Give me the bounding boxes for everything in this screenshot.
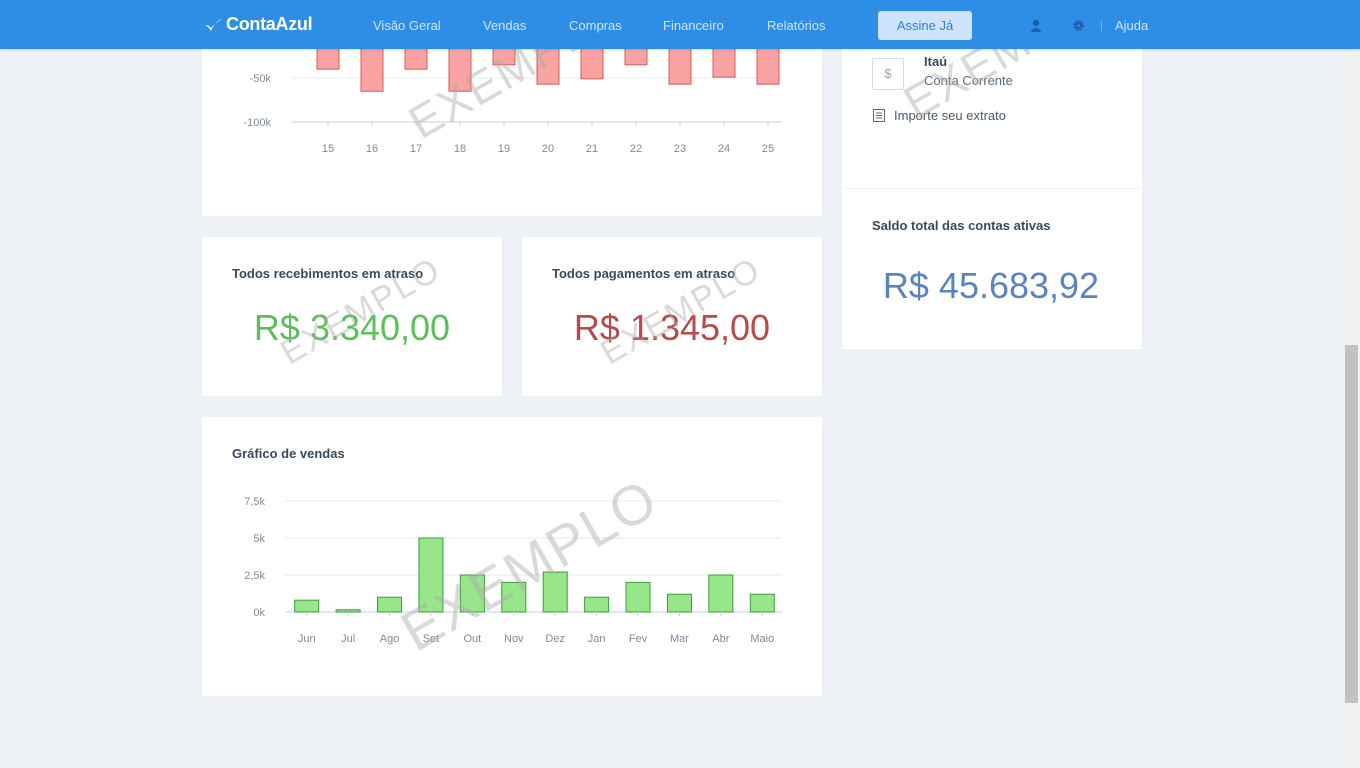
gear-icon[interactable] bbox=[1072, 19, 1085, 32]
x-tick-label: Dez bbox=[545, 633, 565, 645]
bar bbox=[459, 574, 485, 613]
receivables-value: R$ 3.340,00 bbox=[253, 307, 451, 348]
receivables-title: Todos recebimentos em atraso bbox=[232, 266, 424, 281]
balance-panel: Saldo total das contas ativas R$ 45.683,… bbox=[842, 189, 1142, 349]
nav-visao-geral[interactable]: Visão Geral bbox=[373, 18, 441, 33]
bar bbox=[749, 593, 775, 613]
bar bbox=[708, 574, 734, 613]
x-tick-label: 15 bbox=[322, 143, 334, 155]
bar bbox=[294, 599, 320, 613]
bar bbox=[377, 596, 403, 613]
y-tick-label: 0k bbox=[253, 607, 265, 619]
subscribe-button[interactable]: Assine Já bbox=[878, 11, 972, 40]
x-tick-label: Mar bbox=[670, 633, 689, 645]
brand-name: ContaAzul bbox=[226, 14, 313, 34]
x-tick-label: 21 bbox=[586, 143, 598, 155]
nav-compras[interactable]: Compras bbox=[569, 18, 622, 33]
x-tick-label: Jun bbox=[298, 633, 316, 645]
sales-chart: 0k 2,5k 5k 7,5k Jun Jul Ago Set Out Nov Dez Jan Fev M… bbox=[244, 496, 782, 645]
nav-financeiro[interactable]: Financeiro bbox=[663, 18, 724, 33]
y-tick-label: 7,5k bbox=[244, 496, 265, 508]
x-tick-label: Jul bbox=[341, 633, 355, 645]
x-tick-label: Maio bbox=[750, 633, 774, 645]
x-tick-label: 16 bbox=[366, 143, 378, 155]
overdue-receivables-card[interactable]: Todos recebimentos em atraso R$ 3.340,00… bbox=[202, 237, 502, 396]
x-tick-label: 22 bbox=[630, 143, 642, 155]
y-tick-label: -100k bbox=[243, 117, 271, 129]
bar bbox=[501, 581, 527, 613]
bar bbox=[625, 581, 651, 613]
x-tick-label: 18 bbox=[454, 143, 466, 155]
nav-relatorios[interactable]: Relatórios bbox=[767, 18, 826, 33]
statement-icon bbox=[873, 109, 885, 122]
nav-vendas[interactable]: Vendas bbox=[483, 18, 526, 33]
nav-ajuda[interactable]: Ajuda bbox=[1115, 18, 1148, 33]
y-tick-label: 5k bbox=[253, 533, 265, 545]
overdue-payables-card[interactable]: Todos pagamentos em atraso R$ 1.345,00 E… bbox=[522, 237, 822, 396]
scrollbar-thumb[interactable] bbox=[1345, 345, 1358, 703]
x-tick-label: Jan bbox=[588, 633, 606, 645]
bar bbox=[666, 593, 692, 613]
account-type: Conta Corrente bbox=[924, 73, 1013, 88]
x-tick-label: 24 bbox=[718, 143, 730, 155]
bank-name: Itaú bbox=[924, 54, 948, 69]
bar bbox=[584, 596, 610, 613]
sales-chart-panel: Gráfico de vendas 0k 2,5k 5k 7,5k Jun Jul Ago S… bbox=[202, 417, 822, 696]
x-tick-label: Ago bbox=[380, 633, 400, 645]
payables-title: Todos pagamentos em atraso bbox=[552, 266, 736, 281]
x-tick-label: 25 bbox=[762, 143, 774, 155]
balance-value: R$ 45.683,92 bbox=[882, 265, 1100, 306]
bar bbox=[542, 571, 568, 613]
x-tick-label: Out bbox=[464, 633, 482, 645]
x-tick-label: 17 bbox=[410, 143, 422, 155]
nav-separator bbox=[1101, 21, 1102, 31]
x-tick-label: Set bbox=[423, 633, 440, 645]
x-tick-label: Nov bbox=[504, 633, 524, 645]
top-navbar: ContaAzul Visão Geral Vendas Compras Fin… bbox=[0, 0, 1360, 49]
y-tick-label: 2,5k bbox=[244, 570, 265, 582]
x-tick-label: 19 bbox=[498, 143, 510, 155]
x-tick-label: 23 bbox=[674, 143, 686, 155]
import-statement-link[interactable]: Importe seu extrato bbox=[894, 108, 1006, 123]
bar bbox=[335, 609, 361, 613]
user-icon[interactable] bbox=[1030, 19, 1042, 33]
balance-title: Saldo total das contas ativas bbox=[872, 218, 1051, 233]
bank-dollar-icon: $ bbox=[872, 58, 904, 90]
brand-logo[interactable]: ContaAzul bbox=[203, 14, 313, 35]
bar bbox=[418, 537, 444, 613]
y-tick-label: -50k bbox=[250, 73, 272, 85]
payables-value: R$ 1.345,00 bbox=[573, 307, 771, 348]
x-tick-label: Abr bbox=[712, 633, 729, 645]
x-tick-label: 20 bbox=[542, 143, 554, 155]
x-tick-label: Fev bbox=[629, 633, 648, 645]
check-leaf-icon bbox=[205, 18, 222, 31]
